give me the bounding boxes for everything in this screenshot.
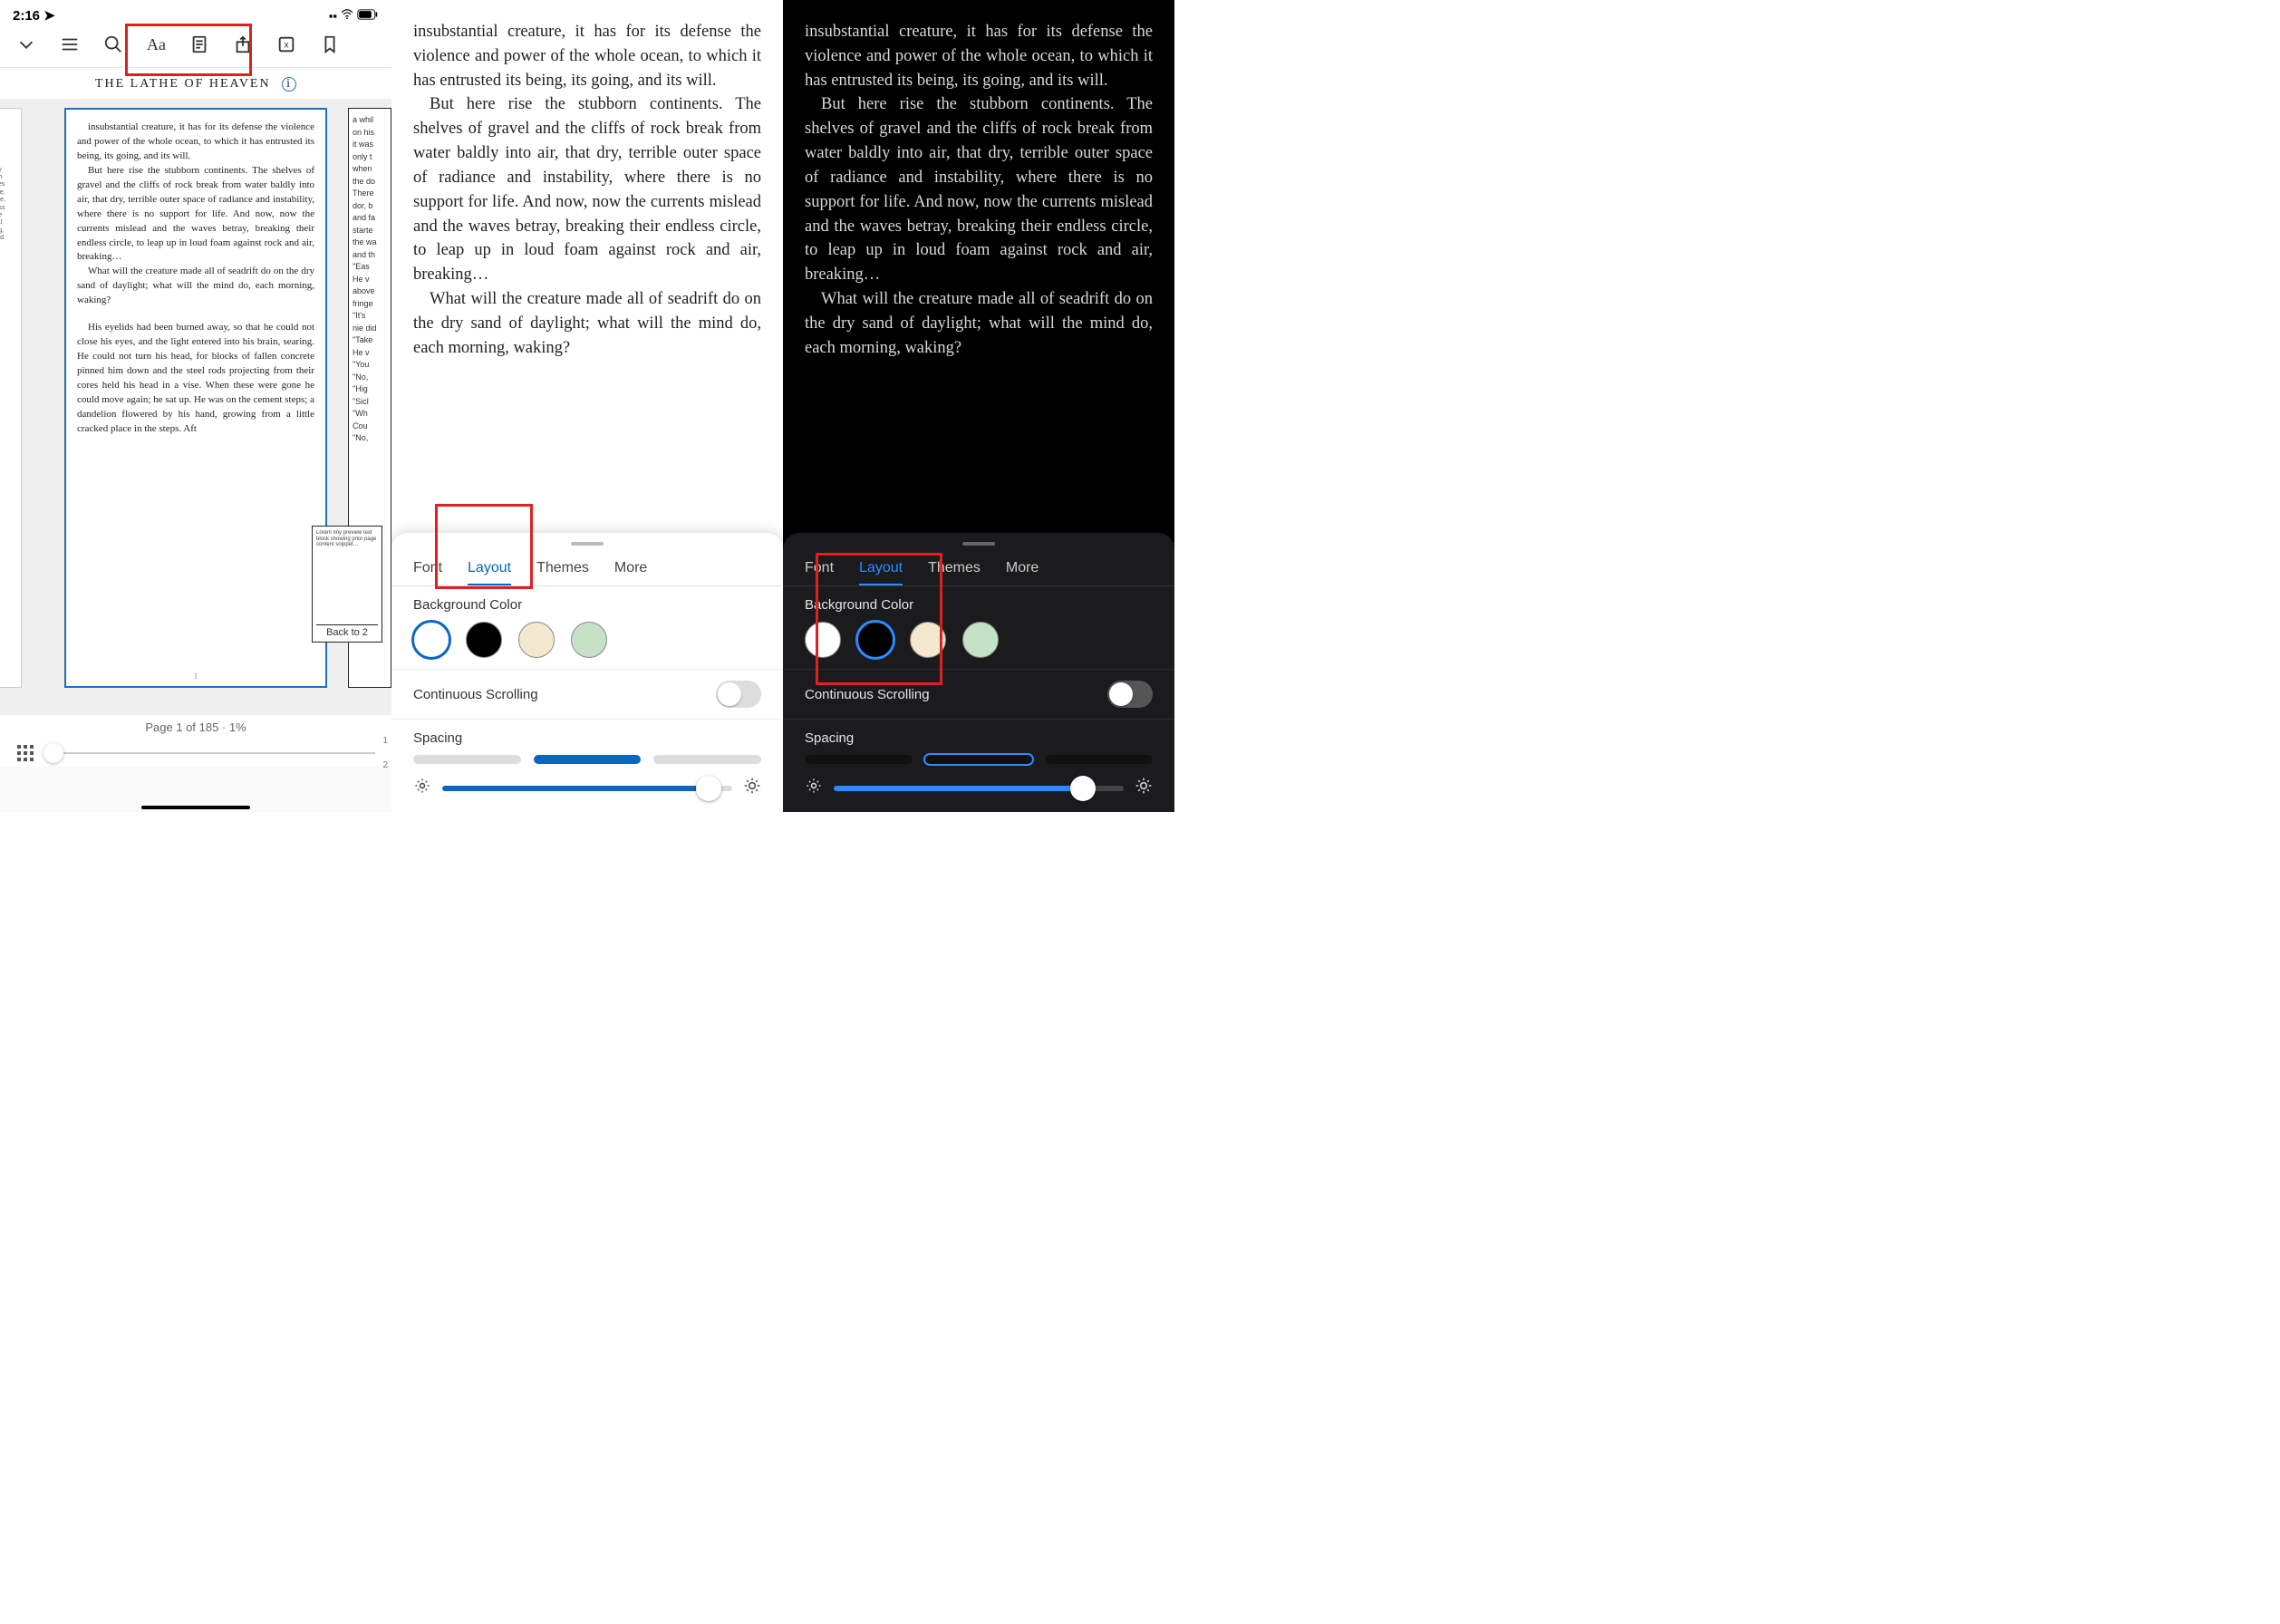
search-icon[interactable] <box>103 34 123 54</box>
info-icon[interactable]: i <box>282 77 296 92</box>
spacing-option-1[interactable] <box>413 755 521 764</box>
continuous-scrolling-toggle[interactable] <box>716 681 761 708</box>
swatch-white[interactable] <box>413 622 449 658</box>
prev-page-thumbnail[interactable]: ns,n aTo-it;en : II ugelyllyfishshinesBo… <box>0 108 22 688</box>
swatch-sepia[interactable] <box>910 622 946 658</box>
font-size-icon[interactable]: Aa <box>147 34 166 54</box>
tab-themes[interactable]: Themes <box>928 555 981 585</box>
spacing-options <box>805 755 1153 764</box>
swatch-green[interactable] <box>571 622 607 658</box>
reader-toolbar: Aa x <box>0 25 391 68</box>
background-color-swatches <box>805 622 1153 658</box>
swatch-sepia[interactable] <box>518 622 555 658</box>
grid-view-icon[interactable] <box>16 744 34 762</box>
continuous-scrolling-toggle[interactable] <box>1107 681 1153 708</box>
brightness-slider[interactable] <box>442 786 732 791</box>
background-color-label: Background Color <box>413 597 761 613</box>
spacing-options <box>413 755 761 764</box>
current-page-thumbnail[interactable]: insubstantial creature, it has for its d… <box>64 108 327 688</box>
spacing-label: Spacing <box>805 730 1153 746</box>
tab-more[interactable]: More <box>1006 555 1039 585</box>
wifi-icon <box>341 8 353 24</box>
tab-themes[interactable]: Themes <box>536 555 589 585</box>
spacing-label: Spacing <box>413 730 761 746</box>
reading-text: insubstantial creature, it has for its d… <box>783 0 1174 380</box>
brightness-row <box>783 768 1174 812</box>
screenshot-layout-dark: insubstantial creature, it has for its d… <box>783 0 1174 812</box>
page-preview-popup[interactable]: Lorem tiny preview text block showing pr… <box>312 526 382 643</box>
signal-icon: ▪▪ <box>329 9 337 23</box>
tab-layout[interactable]: Layout <box>468 555 511 585</box>
continuous-scrolling-label: Continuous Scrolling <box>805 687 930 702</box>
background-color-swatches <box>413 622 761 658</box>
back-to-button[interactable]: Back to 2 <box>316 624 378 638</box>
spacing-option-2[interactable] <box>534 755 642 764</box>
settings-sheet: Font Layout Themes More Background Color… <box>783 533 1174 812</box>
brightness-low-icon <box>413 777 431 799</box>
brightness-high-icon <box>1135 777 1153 799</box>
tab-font[interactable]: Font <box>805 555 834 585</box>
xray-icon[interactable]: x <box>276 34 296 54</box>
clock: 2:16 ➤ <box>13 7 55 24</box>
background-color-label: Background Color <box>805 597 1153 613</box>
settings-sheet: Font Layout Themes More Background Color… <box>391 533 783 812</box>
sheet-grabber[interactable] <box>571 542 604 546</box>
tab-font[interactable]: Font <box>413 555 442 585</box>
menu-icon[interactable] <box>60 34 80 54</box>
spacing-option-3[interactable] <box>1045 755 1153 764</box>
spacing-option-1[interactable] <box>805 755 913 764</box>
brightness-slider[interactable] <box>834 786 1124 791</box>
home-indicator[interactable] <box>141 806 250 809</box>
brightness-low-icon <box>805 777 823 799</box>
settings-tabs: Font Layout Themes More <box>783 555 1174 586</box>
chevron-down-icon[interactable] <box>16 34 36 54</box>
thumb-page-number: 1 <box>194 671 198 682</box>
swatch-white[interactable] <box>805 622 841 658</box>
sheet-grabber[interactable] <box>962 542 995 546</box>
tab-layout[interactable]: Layout <box>859 555 903 585</box>
swatch-black[interactable] <box>857 622 894 658</box>
continuous-scrolling-label: Continuous Scrolling <box>413 687 538 702</box>
swatch-green[interactable] <box>962 622 999 658</box>
reading-text: insubstantial creature, it has for its d… <box>391 0 783 380</box>
spacing-option-3[interactable] <box>653 755 761 764</box>
tab-more[interactable]: More <box>614 555 647 585</box>
battery-icon <box>357 9 379 23</box>
screenshot-reader-main: 2:16 ➤ ▪▪ Aa x THE LATHE OF HEAVEN i ns,… <box>0 0 391 812</box>
brightness-row <box>391 768 783 812</box>
book-title-bar: THE LATHE OF HEAVEN i <box>0 68 391 99</box>
share-icon[interactable] <box>233 34 253 54</box>
spacing-option-2[interactable] <box>925 755 1033 764</box>
svg-text:x: x <box>284 41 288 51</box>
screenshot-layout-light: insubstantial creature, it has for its d… <box>391 0 783 812</box>
page-progress-slider[interactable]: 1 2 <box>43 740 375 767</box>
status-bar: 2:16 ➤ ▪▪ <box>0 0 391 25</box>
swatch-black[interactable] <box>466 622 502 658</box>
status-icons: ▪▪ <box>329 8 379 24</box>
page-thumbnail-strip[interactable]: ns,n aTo-it;en : II ugelyllyfishshinesBo… <box>0 99 391 715</box>
bookmark-icon[interactable] <box>320 34 340 54</box>
page-icon[interactable] <box>189 34 209 54</box>
settings-tabs: Font Layout Themes More <box>391 555 783 586</box>
book-title: THE LATHE OF HEAVEN <box>95 77 271 91</box>
page-indicator: Page 1 of 185 · 1% <box>0 715 391 740</box>
brightness-high-icon <box>743 777 761 799</box>
